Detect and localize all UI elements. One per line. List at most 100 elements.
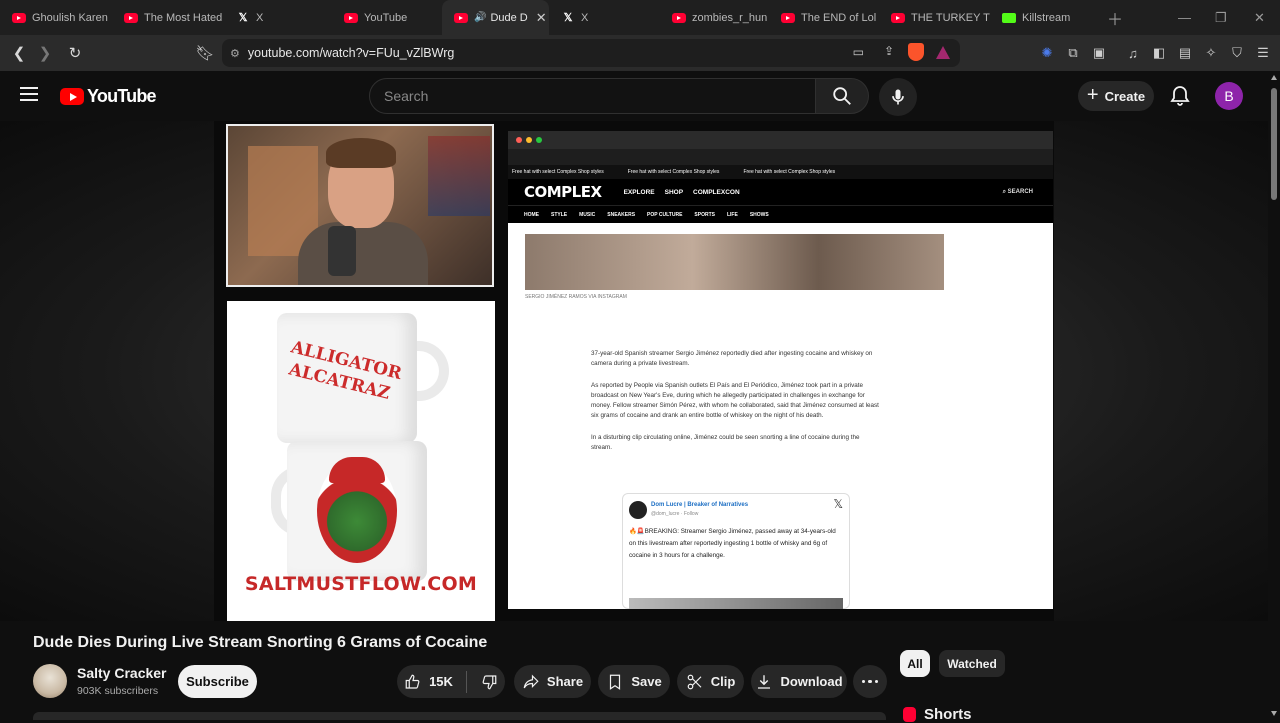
subscribe-button[interactable]: Subscribe	[178, 665, 257, 698]
plus-icon: +	[1086, 83, 1099, 106]
embedded-tweet: Dom Lucre | Breaker of Narratives @dom_l…	[622, 493, 850, 609]
browser-tab[interactable]: YouTube	[332, 0, 442, 35]
brave-shields-icon[interactable]	[908, 43, 924, 61]
close-window-button[interactable]: ✕	[1254, 0, 1265, 35]
search-input[interactable]	[370, 79, 815, 113]
search-box	[369, 78, 816, 114]
streamer-hair	[326, 138, 396, 168]
youtube-icon	[891, 12, 905, 23]
browser-tab[interactable]: 𝕏X	[224, 0, 332, 35]
thumbs-up-icon	[405, 674, 420, 689]
youtube-logo[interactable]: YouTube	[60, 86, 157, 107]
video-player[interactable]: ALLIGATOR ALCATRAZ SALTMUSTFLOW.COM Free…	[0, 121, 1268, 621]
browser-tab[interactable]: Ghoulish Karen	[0, 0, 112, 35]
cast-icon[interactable]: ▭	[853, 45, 864, 59]
scroll-up-arrow[interactable]	[1271, 75, 1277, 80]
like-button[interactable]: 15K	[404, 673, 453, 691]
create-label: Create	[1104, 88, 1146, 104]
browser-tab[interactable]: The END of Lol	[769, 0, 879, 35]
shorts-section-header: Shorts	[903, 706, 972, 723]
article-photo	[525, 234, 944, 290]
browser-tab[interactable]: THE TURKEY TC	[879, 0, 990, 35]
channel-avatar[interactable]	[33, 664, 67, 698]
site-info-icon[interactable]: ⚙	[230, 47, 240, 60]
browser-tab[interactable]: Killstream	[990, 0, 1095, 35]
tab-title: The END of Lol	[801, 11, 877, 24]
music-icon[interactable]: ♫	[1122, 42, 1144, 64]
vpn-icon[interactable]: ⛉	[1226, 42, 1248, 64]
scissors-icon	[687, 674, 702, 689]
sidebar-icon[interactable]: ◧	[1148, 42, 1170, 64]
description-box[interactable]	[33, 712, 886, 720]
article-body: 37-year-old Spanish streamer Sergio Jimé…	[591, 350, 879, 451]
x-icon: 𝕏	[238, 12, 248, 24]
youtube-header: YouTube + Create B	[0, 71, 1268, 121]
extension-icon[interactable]: ✺	[1036, 42, 1058, 64]
leo-ai-icon[interactable]: ✧	[1200, 42, 1222, 64]
scroll-down-arrow[interactable]	[1271, 711, 1277, 716]
share-label: Share	[546, 674, 584, 689]
puzzle-icon[interactable]: ⧉	[1062, 42, 1084, 64]
youtube-play-icon	[60, 88, 84, 105]
page-scrollbar[interactable]	[1268, 71, 1280, 720]
inner-url-bar	[508, 149, 1053, 165]
browser-tab-active[interactable]: 🔊 Dude D ✕	[442, 0, 549, 35]
thumbs-down-icon[interactable]	[480, 673, 498, 691]
chip-watched[interactable]: Watched	[939, 650, 1005, 677]
reload-button[interactable]: ↻	[62, 40, 88, 66]
browser-tab[interactable]: 𝕏X	[549, 0, 660, 35]
back-button[interactable]: ❮	[6, 40, 32, 66]
webcam-overlay	[226, 124, 494, 287]
save-button[interactable]: Save	[598, 665, 670, 698]
avatar-letter: B	[1224, 88, 1234, 104]
tweet-handle: @dom_lucre · Follow	[651, 511, 699, 517]
share-page-icon[interactable]: ⇪	[884, 44, 894, 58]
merch-url: SALTMUSTFLOW.COM	[244, 573, 478, 595]
browser-tab-bar: Ghoulish Karen The Most Hated 𝕏X YouTube…	[0, 0, 1280, 35]
browser-tab[interactable]: zombies_r_hun	[660, 0, 769, 35]
address-bar[interactable]: ⚙ youtube.com/watch?v=FUu_vZlBWrg ▭ ⇪	[222, 39, 960, 67]
bookmark-icon[interactable]: 🔖︎	[192, 40, 218, 66]
share-button[interactable]: Share	[514, 665, 591, 698]
tab-title: THE TURKEY TC	[911, 11, 990, 24]
voice-search-button[interactable]	[879, 78, 917, 116]
youtube-icon	[344, 12, 358, 23]
maximize-button[interactable]: ❐	[1215, 0, 1227, 35]
clip-label: Clip	[710, 674, 736, 689]
more-actions-button[interactable]	[853, 665, 887, 698]
close-tab-icon[interactable]: ✕	[536, 10, 547, 26]
scroll-thumb[interactable]	[1271, 88, 1277, 200]
shared-screen-article: Free hat with select Complex Shop styles…	[508, 131, 1053, 609]
wall-flag	[428, 136, 490, 216]
browser-toolbar: ❮ ❯ ↻ 🔖︎ ⚙ youtube.com/watch?v=FUu_vZlBW…	[0, 35, 1280, 71]
bookmark-icon	[610, 674, 621, 690]
forward-button[interactable]: ❯	[32, 40, 58, 66]
share-icon	[523, 674, 539, 688]
brave-rewards-icon[interactable]	[936, 46, 950, 59]
like-dislike-group: 15K	[397, 665, 505, 698]
channel-name[interactable]: Salty Cracker	[77, 665, 167, 681]
tab-title: The Most Hated	[144, 11, 223, 24]
complex-subnav: HOME STYLE MUSIC SNEAKERS POP CULTURE SP…	[508, 205, 1053, 223]
search-button[interactable]	[815, 78, 869, 114]
account-avatar[interactable]: B	[1215, 82, 1243, 110]
minimize-button[interactable]: —	[1178, 0, 1191, 35]
complex-nav: COMPLEX EXPLORE SHOP COMPLEXCON ⌕ SEARCH	[508, 179, 1053, 205]
create-button[interactable]: + Create	[1078, 81, 1154, 111]
merch-ad: ALLIGATOR ALCATRAZ SALTMUSTFLOW.COM	[227, 301, 495, 621]
save-label: Save	[631, 674, 662, 689]
download-label: Download	[780, 674, 843, 689]
browser-menu-icon[interactable]: ☰	[1252, 42, 1274, 64]
tab-title: Killstream	[1022, 11, 1071, 24]
download-button[interactable]: Download	[751, 665, 847, 698]
clip-button[interactable]: Clip	[677, 665, 744, 698]
browser-tab[interactable]: The Most Hated	[112, 0, 224, 35]
hamburger-menu-icon[interactable]	[20, 87, 38, 101]
tweet-text: 🔥🚨BREAKING: Streamer Sergio Jiménez, pas…	[629, 528, 836, 559]
new-tab-button[interactable]: ＋	[1107, 6, 1123, 30]
youtube-icon	[781, 12, 795, 23]
chip-all[interactable]: All	[900, 650, 930, 677]
notifications-bell-icon[interactable]	[1168, 84, 1192, 108]
screenshot-icon[interactable]: ▣	[1088, 42, 1110, 64]
wallet-icon[interactable]: ▤	[1174, 42, 1196, 64]
